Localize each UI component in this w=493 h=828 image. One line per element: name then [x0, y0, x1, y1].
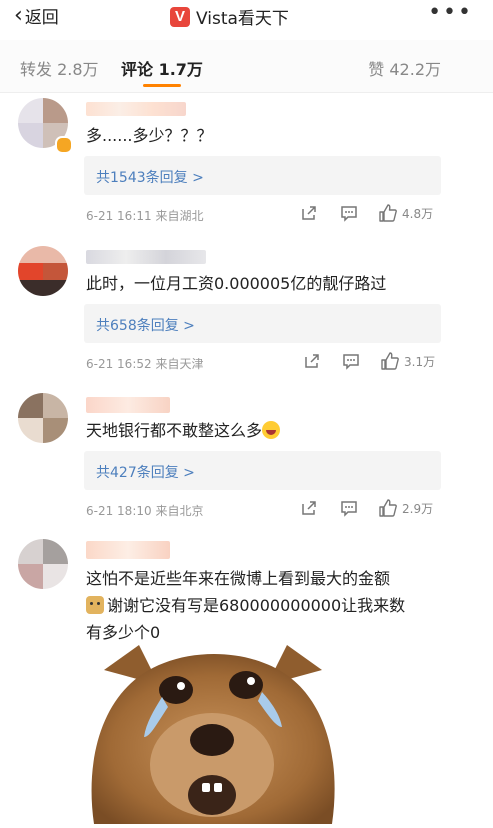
tab-repost[interactable]: 转发 2.8万 [20, 56, 99, 80]
tab-bar: 转发 2.8万 评论 1.7万 赞 42.2万 [0, 40, 493, 93]
username-blurred[interactable] [86, 102, 186, 116]
comment-icon[interactable] [340, 499, 358, 517]
thumbs-up-icon [379, 204, 397, 222]
laugh-cry-emoji-icon [262, 421, 281, 439]
comment-text: 此时，一位月工资0.000005亿的靓仔路过 [86, 274, 387, 293]
vista-logo-icon: V [170, 6, 190, 27]
reply-count-button[interactable]: 共1543条回复 > [84, 156, 441, 195]
comment-icon[interactable] [342, 352, 360, 370]
back-button[interactable]: ‹ 返回 [14, 3, 59, 28]
like-button[interactable]: 2.9万 [378, 498, 433, 518]
more-dots-icon[interactable]: ••• [428, 0, 473, 25]
like-button[interactable]: 3.1万 [380, 351, 435, 371]
chevron-left-icon: ‹ [14, 2, 23, 28]
comment-text: 这怕不是近些年来在微博上看到最大的金额 谢谢它没有写是680000000000让… [86, 565, 466, 646]
comment-text: 天地银行都不敢整这么多 [86, 417, 466, 444]
like-count: 2.9万 [402, 501, 434, 516]
comment-line-1: 这怕不是近些年来在微博上看到最大的金额 [86, 569, 391, 588]
comment-image[interactable] [84, 645, 342, 824]
share-icon[interactable] [303, 352, 321, 370]
reply-count-button[interactable]: 共658条回复 > [84, 304, 441, 343]
reply-count-label: 共1543条回复 > [96, 170, 204, 186]
comment-text: 多......多少？？？ [86, 126, 213, 145]
comment-line-2-text: 谢谢它没有写是680000000000让我来数 [107, 596, 406, 615]
comment-text-body: 天地银行都不敢整这么多 [86, 421, 263, 440]
thumbs-up-icon [379, 499, 397, 517]
comment-meta: 6-21 16:52 来自天津 [86, 357, 204, 371]
like-count: 3.1万 [404, 354, 436, 369]
comment-line-3: 有多少个0 [86, 623, 161, 642]
comment-line-2: 谢谢它没有写是680000000000让我来数 [86, 592, 466, 619]
username-blurred[interactable] [86, 541, 170, 559]
comment-meta: 6-21 16:11 来自湖北 [86, 209, 204, 223]
reply-count-label: 共427条回复 > [96, 465, 195, 481]
top-nav-bar: ‹ 返回 V Vista看天下 ••• [0, 0, 493, 34]
like-count: 4.8万 [402, 206, 434, 221]
crying-dog-image [91, 645, 335, 824]
doge-emoji-icon [86, 596, 104, 614]
username-blurred[interactable] [86, 250, 206, 264]
thumbs-up-icon [381, 352, 399, 370]
comment-meta: 6-21 18:10 来自北京 [86, 504, 204, 518]
like-button[interactable]: 4.8万 [378, 203, 433, 223]
avatar[interactable] [18, 539, 68, 589]
tab-comment[interactable]: 评论 1.7万 [121, 56, 203, 80]
avatar[interactable] [18, 246, 68, 296]
reply-count-button[interactable]: 共427条回复 > [84, 451, 441, 490]
tab-like[interactable]: 赞 42.2万 [368, 56, 441, 80]
avatar[interactable] [18, 393, 68, 443]
page-title: Vista看天下 [196, 9, 289, 29]
page-title-group: V Vista看天下 [170, 4, 289, 29]
reply-count-label: 共658条回复 > [96, 318, 195, 334]
username-blurred[interactable] [86, 397, 170, 413]
share-icon[interactable] [300, 204, 318, 222]
share-icon[interactable] [300, 499, 318, 517]
comment-icon[interactable] [340, 204, 358, 222]
verified-badge-icon [55, 136, 73, 154]
logo-letter: V [174, 8, 185, 25]
back-label: 返回 [24, 8, 59, 28]
active-tab-indicator [143, 84, 181, 87]
